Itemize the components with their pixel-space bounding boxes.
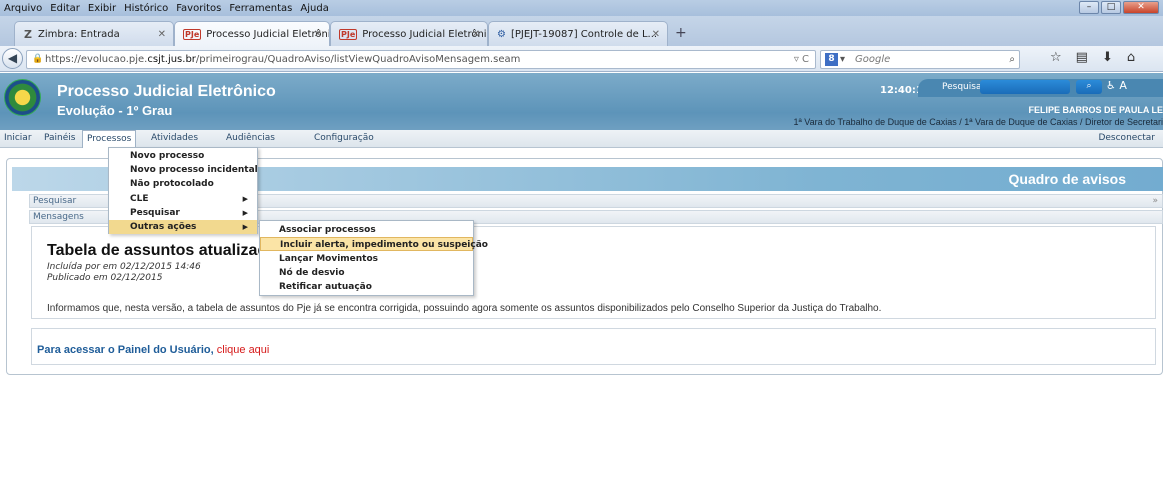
tab-pje-2[interactable]: PJe Processo Judicial Eletrônic... ✕ [330,21,488,46]
lock-icon: 🔒 [32,54,44,64]
tab-label: Zimbra: Entrada [37,28,120,40]
outras-acoes-dropdown: Associar processos Incluir alerta, imped… [259,220,488,296]
brasao-logo [4,79,41,116]
menu-item-incluir-alerta[interactable]: Incluir alerta, impedimento ou suspeição [260,237,488,251]
menu-paineis[interactable]: Painéis [44,133,75,143]
menu-exibir[interactable]: Exibir [88,3,116,14]
jira-icon: ⚙ [497,28,506,40]
menu-historico[interactable]: Histórico [124,3,168,14]
section-pesquisar-label: Pesquisar [33,196,77,206]
menu-iniciar[interactable]: Iniciar [4,133,32,143]
tab-strip: Z Zimbra: Entrada ✕ PJe Processo Judicia… [0,16,1163,46]
new-tab-icon[interactable]: + [675,25,687,41]
app-subtitle: Evolução - 1º Grau [57,103,173,118]
menu-item-nao-protocolado[interactable]: Não protocolado [109,177,257,191]
page-title: Quadro de avisos [1008,171,1126,187]
menu-configuracao[interactable]: Configuração [314,133,374,143]
search-icon: ⌕ [1086,81,1092,91]
tab-close-icon[interactable]: ✕ [472,29,480,40]
user-name: FELIPE BARROS DE PAULA LE [1028,105,1163,115]
google-icon: 8 [825,53,838,66]
menu-item-novo-processo-incidental[interactable]: Novo processo incidental [109,163,258,177]
browser-menubar: Arquivo Editar Exibir Histórico Favorito… [0,0,1163,16]
menu-audiencias[interactable]: Audiências [226,133,275,143]
app-title: Processo Judicial Eletrônico [57,83,276,100]
tab-zimbra[interactable]: Z Zimbra: Entrada ✕ [14,21,174,46]
url-domain: csjt.jus.br [147,54,196,65]
pje-icon: PJe [183,28,202,40]
minimize-icon[interactable]: – [1079,1,1099,14]
menu-item-cle[interactable]: CLE ▶ [109,192,257,206]
menu-item-pesquisar[interactable]: Pesquisar ▶ [109,206,257,220]
tab-label: Processo Judicial Eletrônic... [362,28,488,40]
tab-close-icon[interactable]: ✕ [314,29,322,40]
toolbar-icons: ☆ ▤ ⬇ ⌂ [1050,50,1135,65]
org-line: 1ª Vara do Trabalho de Duque de Caxias /… [793,117,1163,127]
maximize-icon[interactable]: □ [1101,1,1121,14]
pje-icon: PJe [339,28,358,40]
tab-pje-1[interactable]: PJe Processo Judicial Eletrônic... ✕ [174,21,330,46]
star-icon[interactable]: ☆ [1050,50,1062,65]
back-arrow-icon[interactable]: ◀ [2,48,23,69]
menu-arquivo[interactable]: Arquivo [4,3,42,14]
submenu-arrow-icon: ▶ [242,223,248,231]
menu-item-pesquisar-label: Pesquisar [130,208,180,218]
menu-item-cle-label: CLE [130,194,149,204]
submenu-arrow-icon: ▶ [242,195,248,203]
menu-item-associar-processos[interactable]: Associar processos [260,223,473,237]
accessibility-icon[interactable]: ♿ A [1106,79,1127,92]
menu-favoritos[interactable]: Favoritos [176,3,221,14]
search-engine-box[interactable]: 8 ▾ Google ⌕ [820,50,1020,69]
menu-atividades[interactable]: Atividades [151,133,198,143]
header-search-label: Pesquisar [942,82,986,92]
zimbra-icon: Z [24,27,32,41]
painel-link[interactable]: clique aqui [217,344,270,356]
tab-label: Processo Judicial Eletrônic... [206,28,329,40]
menu-ajuda[interactable]: Ajuda [300,3,328,14]
menu-item-lancar-movimentos[interactable]: Lançar Movimentos [260,252,473,266]
menu-item-outras-acoes-label: Outras ações [130,222,197,232]
tab-close-icon[interactable]: ✕ [652,29,660,40]
expand-icon[interactable]: » [1152,195,1158,207]
header-search-input[interactable] [980,80,1070,94]
message-title: Tabela de assuntos atualizada [47,242,277,259]
tab-label: [PJEJT-19087] Controle de L... [510,28,658,40]
header-search-button[interactable]: ⌕ [1076,80,1102,94]
close-icon[interactable]: ✕ [1123,1,1159,14]
menu-item-outras-acoes[interactable]: Outras ações ▶ [109,220,257,234]
home-icon[interactable]: ⌂ [1127,50,1135,65]
painel-label: Para acessar o Painel do Usuário, [37,344,214,356]
message-included: Incluída por em 02/12/2015 14:46 [47,262,201,272]
app-header: Processo Judicial Eletrônico Evolução - … [0,73,1163,130]
menu-item-no-de-desvio[interactable]: Nó de desvio [260,266,473,280]
tab-close-icon[interactable]: ✕ [158,29,166,40]
menu-processos[interactable]: Processos [82,130,137,148]
menu-editar[interactable]: Editar [50,3,80,14]
menu-item-novo-processo[interactable]: Novo processo [109,149,257,163]
section-mensagens-label: Mensagens [33,212,84,222]
submenu-arrow-icon: ▶ [242,209,248,217]
url-bar[interactable]: 🔒 https://evolucao.pje.csjt.jus.br/prime… [26,50,816,69]
menu-ferramentas[interactable]: Ferramentas [229,3,292,14]
main-menu: Iniciar Painéis Processos Atividades Aud… [0,130,1163,148]
url-path: /primeirograu/QuadroAviso/listViewQuadro… [195,54,521,65]
chevron-down-icon[interactable]: ▾ [840,51,845,68]
download-icon[interactable]: ⬇ [1102,50,1113,65]
logout-link[interactable]: Desconectar [1098,133,1155,143]
reload-icon[interactable]: ▿ C [794,51,809,68]
search-placeholder: Google [855,54,891,65]
bookmarks-icon[interactable]: ▤ [1076,50,1088,65]
message-body: Informamos que, nesta versão, a tabela d… [47,303,882,314]
url-prefix: https://evolucao.pje. [45,54,148,65]
window-controls: – □ ✕ [1079,1,1159,14]
search-icon[interactable]: ⌕ [1009,51,1015,68]
tab-jira[interactable]: ⚙ [PJEJT-19087] Controle de L... ✕ [488,21,668,46]
navigation-bar: ◀ 🔒 https://evolucao.pje.csjt.jus.br/pri… [0,46,1163,72]
menu-item-retificar-autuacao[interactable]: Retificar autuação [260,280,473,294]
processos-dropdown: Novo processo Novo processo incidental N… [108,147,258,234]
painel-text: Para acessar o Painel do Usuário, clique… [37,344,269,356]
message-published: Publicado em 02/12/2015 [47,273,163,283]
